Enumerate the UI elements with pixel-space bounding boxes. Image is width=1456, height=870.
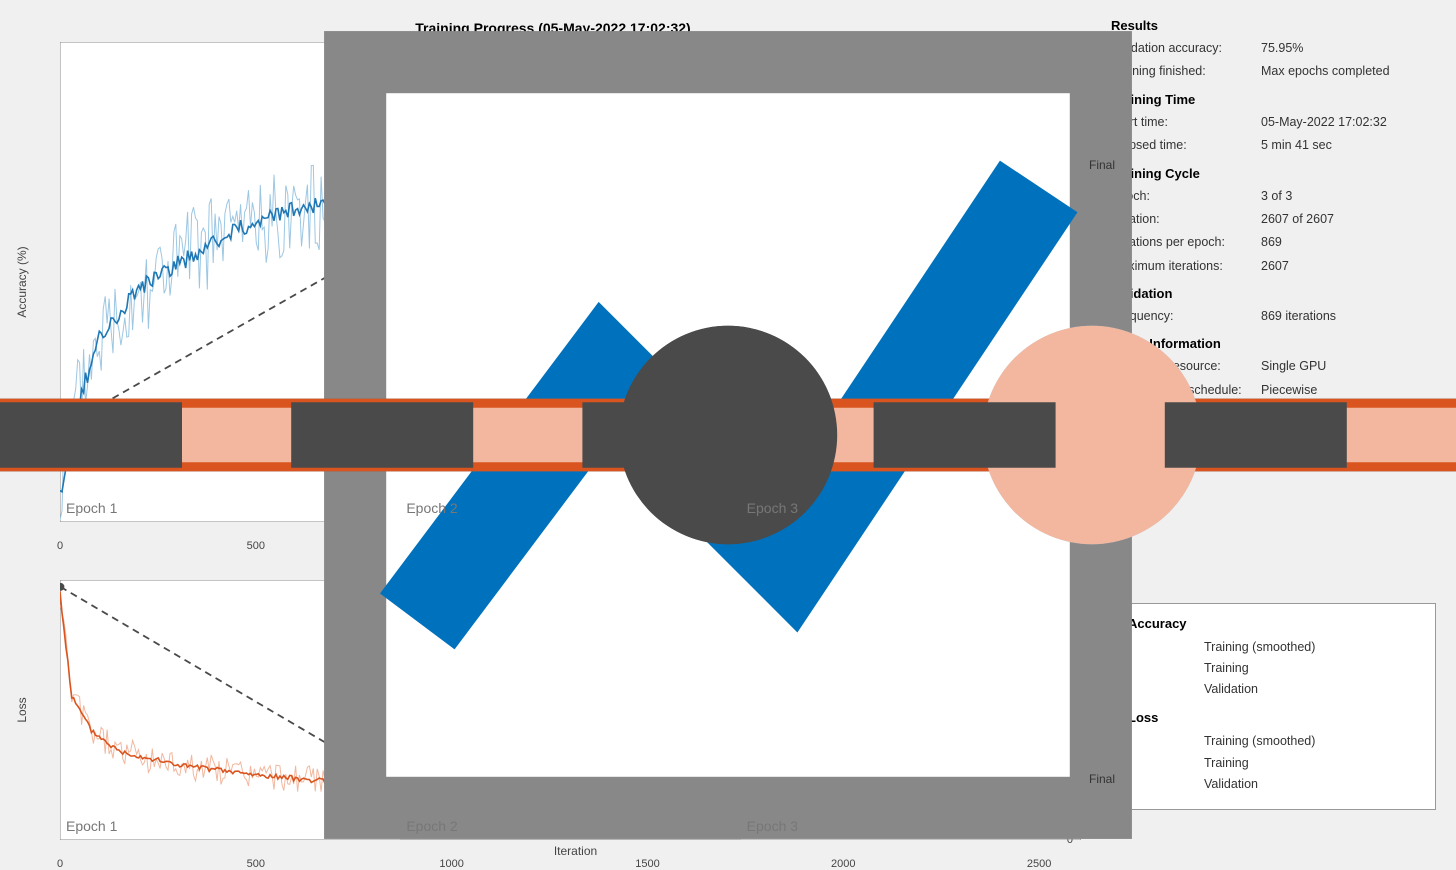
legend-swatch-val-loss bbox=[1156, 777, 1196, 791]
sidebar: Results Validation accuracy:75.95% Train… bbox=[1101, 0, 1456, 870]
app-root: Training Progress (05-May-2022 17:02:32)… bbox=[0, 0, 1456, 870]
legend: Accuracy Training (smoothed) Training Va… bbox=[1111, 603, 1436, 811]
